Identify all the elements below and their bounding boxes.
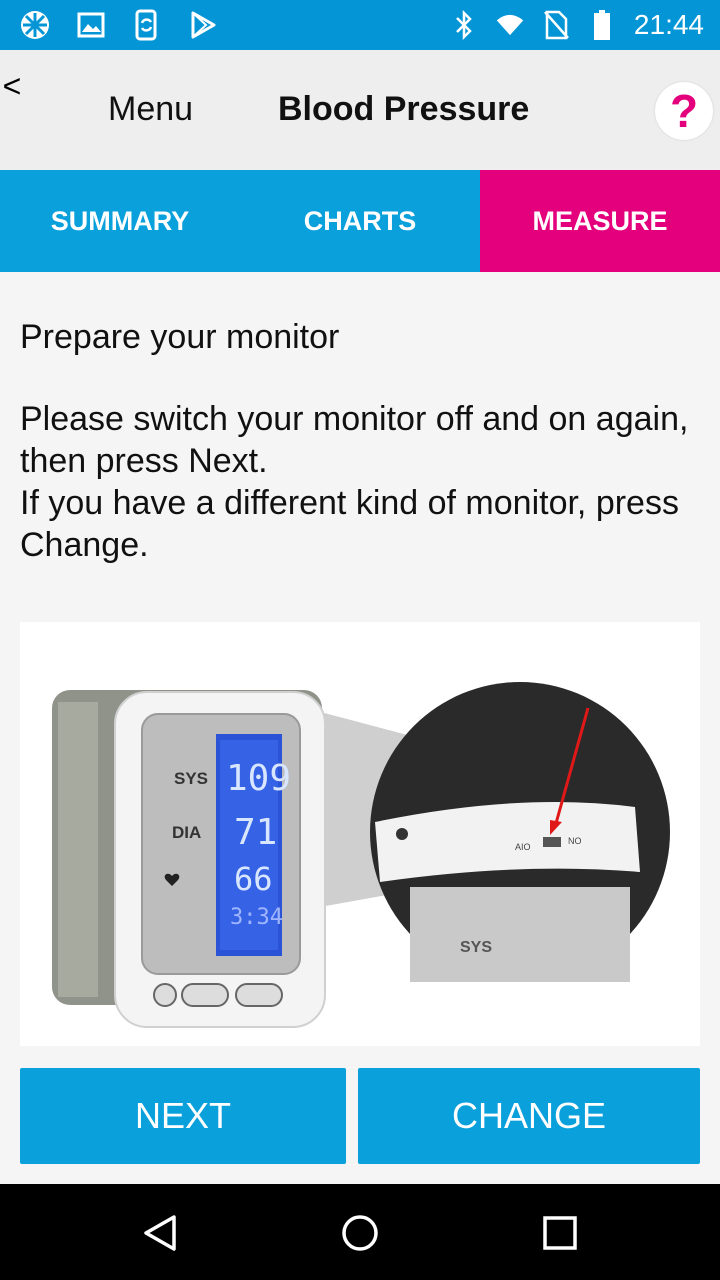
monitor-illustration: SYS DIA 109 71 66 3:34 SYS AIO NO: [20, 622, 700, 1046]
back-button[interactable]: <: [0, 66, 24, 106]
back-triangle-icon: [144, 1215, 176, 1251]
app-icon: [18, 8, 52, 42]
gallery-icon: [74, 8, 108, 42]
tab-measure[interactable]: MEASURE: [480, 170, 720, 272]
time-value: 3:34: [230, 905, 283, 930]
battery-icon: [588, 8, 616, 42]
play-store-icon: [186, 8, 220, 42]
menu-button[interactable]: Menu: [108, 90, 193, 129]
section-heading: Prepare your monitor: [20, 318, 340, 356]
help-icon: ?: [669, 85, 699, 137]
dia-label: DIA: [172, 823, 201, 842]
bluetooth-icon: [450, 8, 478, 42]
recents-square-icon: [543, 1216, 577, 1250]
change-button[interactable]: CHANGE: [358, 1068, 700, 1164]
wifi-icon: [496, 8, 524, 42]
pulse-value: 66: [234, 860, 273, 898]
dia-value: 71: [234, 812, 277, 853]
zoom-sys-label: SYS: [460, 939, 492, 956]
main-content: Prepare your monitor Please switch your …: [0, 272, 720, 1184]
monitor-button: [181, 983, 229, 1007]
sys-label: SYS: [174, 769, 208, 788]
switch-left-label: AIO: [515, 842, 531, 852]
nav-recents-button[interactable]: [533, 1206, 587, 1260]
home-circle-icon: [342, 1215, 378, 1251]
nav-home-button[interactable]: [333, 1206, 387, 1260]
clock: 21:44: [633, 9, 704, 40]
next-button[interactable]: NEXT: [20, 1068, 346, 1164]
instruction-line: If you have a different kind of monitor,…: [20, 484, 679, 564]
instruction-line: Please switch your monitor off and on ag…: [20, 400, 689, 480]
app-header: < Menu Blood Pressure ?: [0, 50, 720, 170]
tab-bar: SUMMARY CHARTS MEASURE: [0, 170, 720, 272]
nav-back-button[interactable]: [133, 1206, 187, 1260]
no-sim-icon: [542, 8, 570, 42]
sys-value: 109: [226, 758, 291, 799]
status-bar: 21:44: [0, 0, 720, 50]
tab-charts[interactable]: CHARTS: [240, 170, 480, 272]
switch-right-label: NO: [568, 836, 582, 846]
help-button[interactable]: ?: [655, 82, 713, 140]
monitor-button: [235, 983, 283, 1007]
navigation-bar: [0, 1184, 720, 1280]
phone-sync-icon: [130, 8, 164, 42]
instructions: Please switch your monitor off and on ag…: [20, 398, 700, 566]
tab-summary[interactable]: SUMMARY: [0, 170, 240, 272]
page-title: Blood Pressure: [278, 90, 530, 128]
monitor-button: [153, 983, 177, 1007]
